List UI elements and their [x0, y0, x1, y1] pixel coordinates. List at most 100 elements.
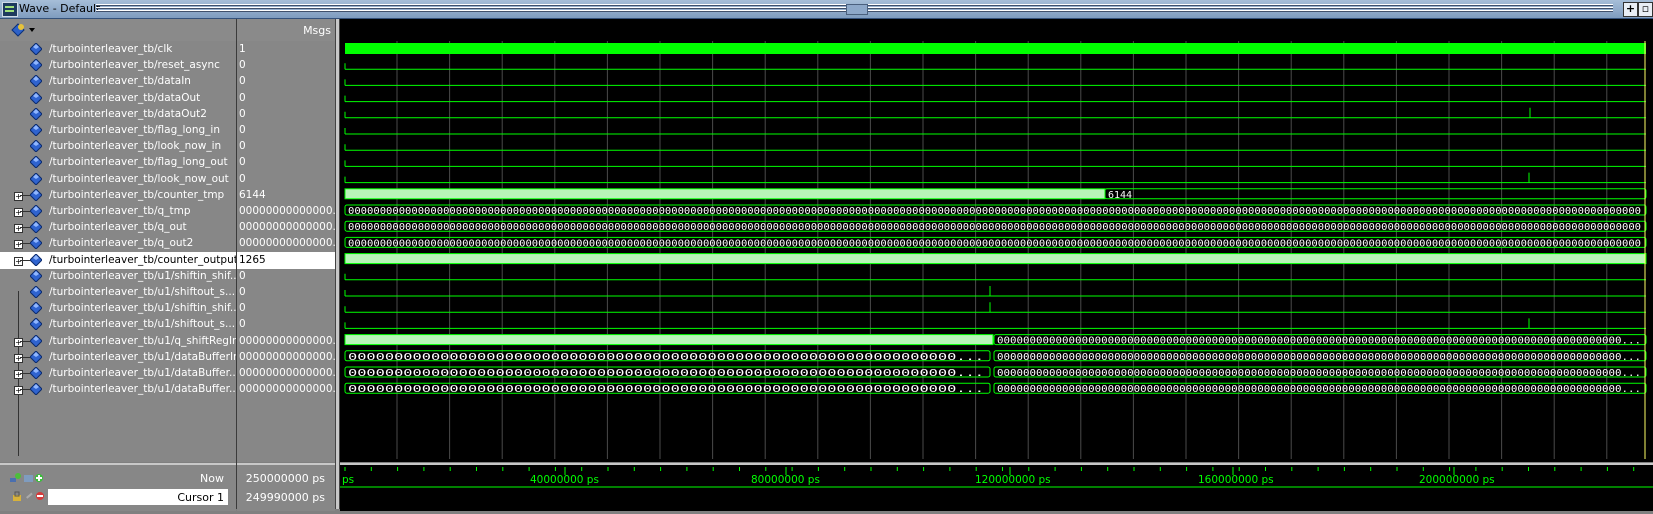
value-row[interactable]: 0	[237, 300, 335, 317]
value-row[interactable]: 00000000000000...	[237, 349, 343, 366]
edit-cursor-icon[interactable]	[23, 473, 34, 483]
signal-row[interactable]: /turbointerleaver_tb/u1/shiftout_s...	[0, 316, 236, 333]
zoom-in-icon[interactable]: +	[1623, 2, 1638, 17]
expand-icon[interactable]: +	[14, 191, 23, 201]
signal-name: /turbointerleaver_tb/look_now_out	[49, 172, 229, 185]
signal-row[interactable]: /turbointerleaver_tb/dataOut	[0, 90, 236, 107]
pane-divider[interactable]	[236, 19, 237, 509]
signal-row[interactable]: /turbointerleaver_tb/dataOut2	[0, 106, 236, 123]
signal-row[interactable]: /turbointerleaver_tb/look_now_out	[0, 171, 236, 188]
expand-icon[interactable]: +	[14, 256, 23, 266]
signal-diamond-icon	[30, 286, 42, 298]
value-row[interactable]: 0	[237, 316, 335, 333]
signal-row[interactable]: + /turbointerleaver_tb/u1/dataBufferIn	[0, 349, 240, 366]
tree-connector	[20, 194, 30, 196]
signal-row[interactable]: + /turbointerleaver_tb/q_out2	[0, 235, 236, 252]
signal-row[interactable]: /turbointerleaver_tb/reset_async	[0, 57, 236, 74]
signal-diamond-icon	[30, 156, 42, 169]
expand-icon[interactable]: +	[14, 224, 23, 234]
value-row[interactable]: 0	[237, 284, 335, 301]
time-axis[interactable]: ps 40000000 ps 80000000 ps 120000000 ps 1600…	[340, 463, 1653, 511]
signal-row[interactable]: /turbointerleaver_tb/u1/shiftout_s...	[0, 284, 236, 301]
value-row[interactable]: 1265	[237, 251, 335, 269]
signal-row[interactable]: /turbointerleaver_tb/dataIn	[0, 73, 236, 90]
now-label: Now	[200, 472, 224, 485]
chevron-down-icon[interactable]	[29, 28, 35, 32]
lock-icon[interactable]	[12, 491, 23, 501]
signal-diamond-icon	[30, 237, 42, 250]
time-tick-label: 200000000 ps	[1419, 474, 1495, 486]
signal-diamond-icon	[30, 140, 42, 153]
tree-connector	[20, 373, 30, 374]
signal-row[interactable]: /turbointerleaver_tb/flag_long_out	[0, 154, 236, 171]
expand-icon[interactable]: +	[14, 353, 23, 363]
value-row[interactable]: 00000000000000...	[237, 381, 343, 398]
bus-value-label: 6144	[1108, 190, 1132, 201]
value-row[interactable]: 0	[237, 268, 335, 285]
bus-value-label: 0000000000000000000000000000000000000000…	[997, 352, 1641, 363]
signal-row[interactable]: /turbointerleaver_tb/u1/shiftin_shif...	[0, 268, 240, 285]
title-grip-handle[interactable]	[846, 4, 868, 15]
signal-name: /turbointerleaver_tb/u1/dataBuffer...	[49, 383, 239, 396]
value-row[interactable]: 0	[237, 90, 335, 107]
value-row[interactable]: 00000000000000...	[237, 235, 343, 252]
window-title: Wave - Default	[19, 2, 101, 15]
expand-icon[interactable]: +	[14, 337, 23, 347]
cursor-name-field[interactable]: Cursor 1	[48, 489, 228, 505]
signal-row[interactable]: /turbointerleaver_tb/look_now_in	[0, 138, 236, 155]
value-row[interactable]: 0	[237, 106, 335, 123]
signal-row[interactable]: + /turbointerleaver_tb/q_out	[0, 219, 236, 236]
value-row[interactable]: 1	[237, 41, 335, 58]
signal-name: /turbointerleaver_tb/q_out2	[49, 237, 194, 250]
expand-icon[interactable]: +	[14, 240, 23, 250]
signal-diamond-icon	[30, 59, 42, 72]
signal-row[interactable]: + /turbointerleaver_tb/u1/q_shiftRegIn	[0, 333, 239, 350]
signal-row[interactable]: + /turbointerleaver_tb/u1/dataBuffer...	[0, 365, 239, 382]
signal-row[interactable]: + /turbointerleaver_tb/q_tmp	[0, 203, 236, 220]
signal-row[interactable]: /turbointerleaver_tb/flag_long_in	[0, 122, 236, 139]
bus-value-label: 0000000000000000000000000000000000000000…	[997, 384, 1641, 395]
value-row[interactable]: 00000000000000...	[237, 333, 343, 350]
remove-icon[interactable]	[35, 491, 46, 501]
signal-value: 0	[239, 269, 246, 282]
waveform-area[interactable]: 6144 000000000000000000000000000000000000…	[340, 19, 1653, 462]
bus-segment	[344, 334, 994, 346]
undock-icon[interactable]: ▫	[1638, 2, 1653, 17]
value-row[interactable]: 00000000000000...	[237, 365, 343, 382]
value-row[interactable]: 0	[237, 57, 335, 74]
signal-name: /turbointerleaver_tb/look_now_in	[49, 140, 222, 153]
signal-row[interactable]: /turbointerleaver_tb/clk	[0, 41, 236, 58]
signal-diamond-icon	[30, 75, 42, 88]
signal-diamond-icon	[30, 302, 42, 315]
add-icon[interactable]	[34, 473, 45, 483]
value-row[interactable]: 00000000000000...	[237, 219, 343, 236]
value-row[interactable]: 0	[237, 171, 335, 188]
add-cursor-icon[interactable]	[10, 473, 21, 483]
expand-icon[interactable]: +	[14, 370, 23, 379]
expand-icon[interactable]: +	[14, 208, 23, 217]
signal-row[interactable]: + /turbointerleaver_tb/u1/dataBuffer...	[0, 381, 239, 398]
signal-group-icon[interactable]	[11, 23, 25, 37]
expand-icon[interactable]: +	[14, 386, 23, 396]
value-row[interactable]: 0	[237, 73, 335, 90]
cursor-value: 249990000 ps	[245, 491, 325, 504]
msgs-label: Msgs	[303, 24, 331, 37]
signal-name: /turbointerleaver_tb/clk	[49, 43, 173, 55]
now-value: 250000000 ps	[245, 472, 325, 485]
signal-row[interactable]: + /turbointerleaver_tb/counter_tmp	[0, 187, 236, 204]
signal-name: /turbointerleaver_tb/u1/dataBuffer...	[49, 367, 239, 379]
value-row[interactable]: 0	[237, 138, 335, 155]
signal-name: /turbointerleaver_tb/u1/shiftin_shif...	[49, 302, 240, 315]
waveform-canvas[interactable]: 6144 000000000000000000000000000000000000…	[340, 19, 1653, 462]
value-row[interactable]: 0	[237, 154, 335, 171]
value-row[interactable]: 6144	[237, 187, 335, 204]
time-axis-canvas[interactable]: ps 40000000 ps 80000000 ps 120000000 ps 1600…	[340, 465, 1653, 511]
signal-name: /turbointerleaver_tb/u1/shiftout_s...	[49, 318, 236, 331]
wrench-icon[interactable]	[24, 491, 35, 501]
value-row[interactable]: 00000000000000...	[237, 203, 343, 220]
value-row[interactable]: 0	[237, 122, 335, 139]
signal-row[interactable]: /turbointerleaver_tb/u1/shiftin_shif...	[0, 300, 240, 317]
signal-name: /turbointerleaver_tb/u1/shiftout_s...	[49, 286, 236, 298]
signal-name: /turbointerleaver_tb/reset_async	[49, 59, 220, 72]
signal-row[interactable]: + /turbointerleaver_tb/counter_output	[0, 251, 238, 269]
